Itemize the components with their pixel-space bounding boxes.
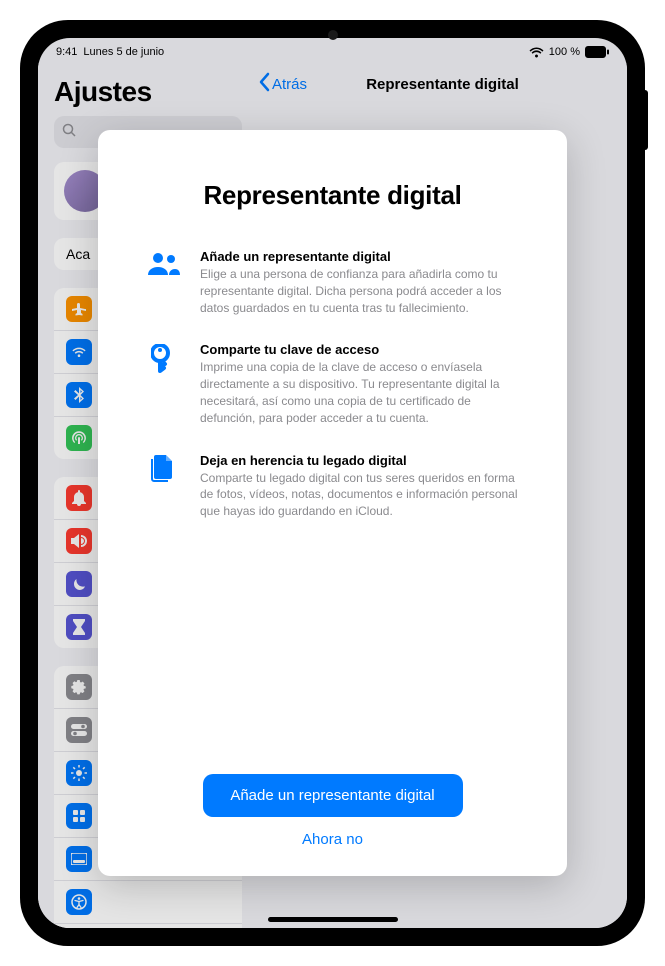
feature-desc: Elige a una persona de confianza para añ… (200, 266, 519, 316)
home-indicator[interactable] (268, 917, 398, 922)
feature-row: Añade un representante digital Elige a u… (146, 249, 519, 316)
feature-row: Deja en herencia tu legado digital Compa… (146, 453, 519, 520)
add-legacy-contact-button[interactable]: Añade un representante digital (203, 774, 463, 817)
feature-desc: Comparte tu legado digital con tus seres… (200, 470, 519, 520)
feature-heading: Comparte tu clave de acceso (200, 342, 519, 357)
feature-desc: Imprime una copia de la clave de acceso … (200, 359, 519, 426)
key-icon (146, 342, 182, 426)
not-now-button[interactable]: Ahora no (302, 831, 363, 848)
feature-row: Comparte tu clave de acceso Imprime una … (146, 342, 519, 426)
feature-heading: Deja en herencia tu legado digital (200, 453, 519, 468)
modal-title: Representante digital (146, 180, 519, 211)
people-icon (146, 249, 182, 316)
documents-icon (146, 453, 182, 520)
feature-heading: Añade un representante digital (200, 249, 519, 264)
modal-sheet: Representante digital Añade un represent… (98, 130, 567, 876)
